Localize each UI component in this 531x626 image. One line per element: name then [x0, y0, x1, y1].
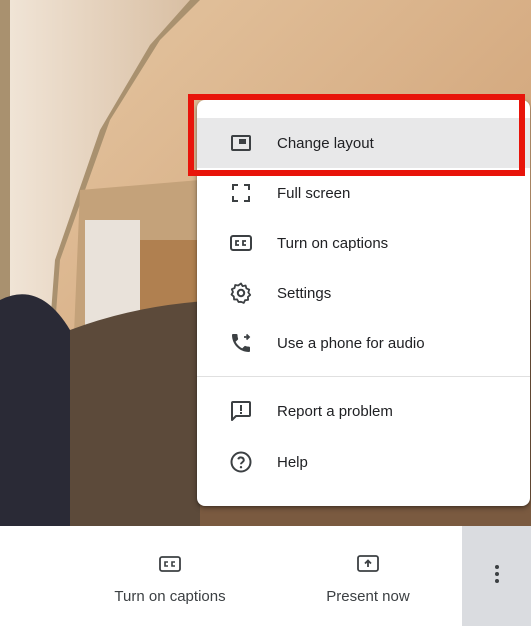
- menu-item-change-layout[interactable]: Change layout: [197, 118, 530, 168]
- menu-item-settings[interactable]: Settings: [197, 268, 530, 318]
- turn-on-captions-button[interactable]: Turn on captions: [100, 526, 240, 626]
- more-vert-icon: [494, 564, 500, 589]
- present-screen-icon: [356, 552, 380, 576]
- menu-item-captions[interactable]: Turn on captions: [197, 218, 530, 268]
- settings-icon: [227, 279, 255, 307]
- captions-icon: [158, 552, 182, 576]
- menu-item-label: Change layout: [277, 134, 374, 152]
- present-button-label: Present now: [326, 588, 410, 605]
- menu-divider: [197, 376, 530, 377]
- menu-item-full-screen[interactable]: Full screen: [197, 168, 530, 218]
- menu-item-phone-audio[interactable]: Use a phone for audio: [197, 318, 530, 368]
- phone-audio-icon: [227, 329, 255, 357]
- captions-button-label: Turn on captions: [114, 588, 226, 605]
- menu-item-report-problem[interactable]: Report a problem: [197, 386, 530, 436]
- more-options-button[interactable]: [462, 526, 531, 626]
- bottom-control-bar: Turn on captions Present now: [0, 526, 531, 626]
- full-screen-icon: [227, 179, 255, 207]
- menu-item-label: Use a phone for audio: [277, 334, 425, 352]
- overflow-menu: Change layout Full screen Turn on captio…: [197, 100, 530, 506]
- captions-icon: [227, 229, 255, 257]
- menu-item-label: Full screen: [277, 184, 351, 202]
- menu-item-label: Report a problem: [277, 402, 393, 420]
- menu-item-label: Turn on captions: [277, 234, 389, 252]
- change-layout-icon: [227, 129, 255, 157]
- present-now-button[interactable]: Present now: [308, 526, 428, 626]
- menu-item-label: Help: [277, 453, 308, 471]
- report-problem-icon: [227, 397, 255, 425]
- help-icon: [227, 448, 255, 476]
- menu-item-label: Settings: [277, 284, 332, 302]
- menu-item-help[interactable]: Help: [197, 437, 530, 487]
